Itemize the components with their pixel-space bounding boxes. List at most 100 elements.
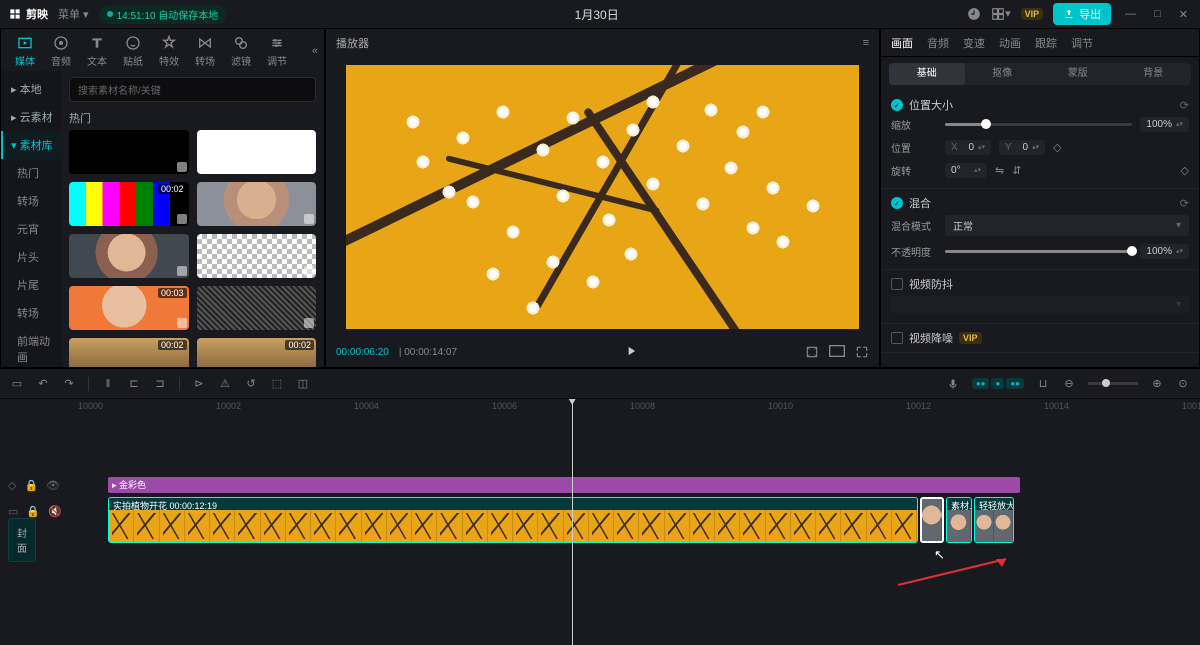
track-toggle-group[interactable]: ●●●●● xyxy=(972,378,1024,389)
reset-blend-icon[interactable]: ⟳ xyxy=(1180,197,1189,210)
subtab-cutout[interactable]: 抠像 xyxy=(965,63,1041,85)
scale-value[interactable]: 100%▴▾ xyxy=(1140,117,1189,132)
insp-tab-audio[interactable]: 音频 xyxy=(927,35,949,51)
insp-tab-picture[interactable]: 画面 xyxy=(891,35,913,51)
mirror-icon[interactable]: ◫ xyxy=(296,377,310,391)
sidebar-local[interactable]: ▸ 本地 xyxy=(1,75,61,103)
pos-x-input[interactable]: X 0▴▾ xyxy=(945,140,991,155)
media-thumbnail[interactable] xyxy=(197,286,317,330)
stabilize-checkbox[interactable] xyxy=(891,278,903,290)
delete-right-icon[interactable]: ⊐ xyxy=(153,377,167,391)
clip-secondary-1[interactable]: 素材.转场 xyxy=(946,497,972,543)
zoom-out-icon[interactable]: ⊖ xyxy=(1062,377,1076,391)
media-thumbnail[interactable]: 00:02 xyxy=(69,182,189,226)
filter-lock-icon[interactable]: 🔒 xyxy=(24,479,38,492)
cover-button[interactable]: 封面 xyxy=(8,518,36,562)
pos-y-input[interactable]: Y 0▴▾ xyxy=(999,140,1045,155)
insp-tab-anim[interactable]: 动画 xyxy=(999,35,1021,51)
search-input[interactable]: 搜索素材名称/关键 xyxy=(69,77,316,102)
sidebar-sub-hot[interactable]: 热门 xyxy=(1,159,61,187)
blendmode-select[interactable]: 正常 xyxy=(945,215,1189,236)
blend-checkbox[interactable] xyxy=(891,197,903,209)
play-button[interactable] xyxy=(624,344,638,361)
filter-visibility-icon[interactable]: ◇ xyxy=(8,479,16,492)
sidebar-library[interactable]: ▾ 素材库 xyxy=(1,131,61,159)
tab-sticker[interactable]: 贴纸 xyxy=(115,33,151,70)
subtab-bg[interactable]: 背景 xyxy=(1116,63,1192,85)
tab-media[interactable]: 媒体 xyxy=(7,33,43,70)
vip-badge[interactable]: VIP xyxy=(1021,8,1044,20)
flip-h-icon[interactable]: ⇋ xyxy=(995,164,1004,177)
stabilize-select[interactable] xyxy=(891,296,1189,313)
freeze-icon[interactable]: ⚠ xyxy=(218,377,232,391)
media-thumbnail[interactable] xyxy=(69,234,189,278)
ratio-icon[interactable] xyxy=(829,345,845,359)
pos-keyframe-icon[interactable]: ◇ xyxy=(1053,141,1061,154)
preview-menu-icon[interactable]: ≡ xyxy=(863,37,869,49)
delete-left-icon[interactable]: ⊏ xyxy=(127,377,141,391)
zoom-slider[interactable] xyxy=(1088,382,1138,385)
opacity-value[interactable]: 100%▴▾ xyxy=(1140,244,1189,259)
rotate-keyframe-icon[interactable]: ◇ xyxy=(1181,164,1189,177)
speed-icon[interactable]: ⊳ xyxy=(192,377,206,391)
zoom-fit-icon[interactable]: ⊙ xyxy=(1176,377,1190,391)
tab-filter[interactable]: 滤镜 xyxy=(223,33,259,70)
rotate-input[interactable]: 0°▴▾ xyxy=(945,163,987,178)
media-thumbnail[interactable]: 00:02 xyxy=(69,338,189,367)
clip-secondary-2[interactable]: 轻轻放大吗 00 xyxy=(974,497,1014,543)
playhead[interactable] xyxy=(572,399,573,645)
insp-tab-adjust[interactable]: 调节 xyxy=(1071,35,1093,51)
pointer-tool-icon[interactable]: ▭ xyxy=(10,377,24,391)
mic-icon[interactable] xyxy=(946,377,960,391)
subtab-basic[interactable]: 基础 xyxy=(889,63,965,85)
media-thumbnail[interactable] xyxy=(197,234,317,278)
video-mute-icon[interactable]: 🔇 xyxy=(48,505,62,518)
tab-effects[interactable]: 特效 xyxy=(151,33,187,70)
media-thumbnail[interactable] xyxy=(197,182,317,226)
video-visibility-icon[interactable]: ▭ xyxy=(8,505,18,518)
tab-adjust[interactable]: 调节 xyxy=(259,33,295,70)
subtab-mask[interactable]: 蒙版 xyxy=(1040,63,1116,85)
tab-audio[interactable]: 音频 xyxy=(43,33,79,70)
insp-tab-speed[interactable]: 变速 xyxy=(963,35,985,51)
transform-checkbox[interactable] xyxy=(891,99,903,111)
filter-eye-icon[interactable]: 👁 xyxy=(46,479,60,492)
layout-icon[interactable]: ▾ xyxy=(991,7,1011,21)
clip-selected[interactable]: 素材.转 xyxy=(920,497,944,543)
media-thumbnail[interactable]: 00:03 xyxy=(69,286,189,330)
media-thumbnail[interactable] xyxy=(197,130,317,174)
sidebar-sub-5[interactable]: 转场 xyxy=(1,299,61,327)
clip-main[interactable]: 实拍植物开花 00:00:12:19 xyxy=(108,497,918,543)
tab-transition[interactable]: 转场 xyxy=(187,33,223,70)
reverse-icon[interactable]: ↺ xyxy=(244,377,258,391)
maximize-button[interactable]: □ xyxy=(1150,8,1165,20)
export-button[interactable]: 导出 xyxy=(1053,3,1111,25)
zoom-in-icon[interactable]: ⊕ xyxy=(1150,377,1164,391)
timeline-tracks[interactable]: 1000010002100041000610008100101001210014… xyxy=(78,399,1200,645)
sidebar-sub-1[interactable]: 转场 xyxy=(1,187,61,215)
preview-viewport[interactable] xyxy=(326,57,879,337)
sidebar-sub-3[interactable]: 片头 xyxy=(1,243,61,271)
history-icon[interactable] xyxy=(967,7,981,21)
scale-slider[interactable] xyxy=(945,123,1132,126)
filter-clip[interactable]: ▸ 金彩色 xyxy=(108,477,1020,493)
opacity-slider[interactable] xyxy=(945,250,1132,253)
undo-icon[interactable]: ↶ xyxy=(36,377,50,391)
tab-text[interactable]: 文本 xyxy=(79,33,115,70)
media-thumbnail[interactable] xyxy=(69,130,189,174)
crop-icon[interactable]: ⬚ xyxy=(270,377,284,391)
timeline-ruler[interactable]: 1000010002100041000610008100101001210014… xyxy=(78,399,1200,417)
menu-dropdown[interactable]: 菜单 ▾ xyxy=(58,6,89,22)
magnet-icon[interactable]: ⊔ xyxy=(1036,377,1050,391)
split-icon[interactable]: ‖ xyxy=(101,377,115,391)
sidebar-sub-4[interactable]: 片尾 xyxy=(1,271,61,299)
sidebar-sub-2[interactable]: 元宵 xyxy=(1,215,61,243)
flip-v-icon[interactable]: ⇵ xyxy=(1012,164,1021,177)
safe-zone-icon[interactable] xyxy=(805,345,819,359)
sidebar-cloud[interactable]: ▸ 云素材 xyxy=(1,103,61,131)
fullscreen-icon[interactable] xyxy=(855,345,869,359)
minimize-button[interactable]: — xyxy=(1121,8,1140,20)
insp-tab-track[interactable]: 跟踪 xyxy=(1035,35,1057,51)
collapse-panel-icon[interactable]: « xyxy=(312,45,318,57)
media-thumbnail[interactable]: 00:02 xyxy=(197,338,317,367)
